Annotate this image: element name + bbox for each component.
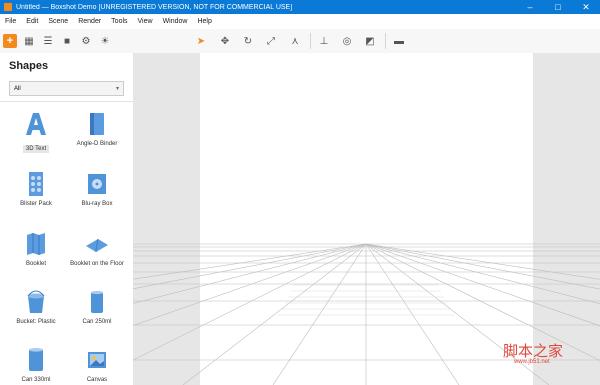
camera-icon[interactable]: ■ <box>60 34 74 48</box>
move-icon[interactable]: ✥ <box>218 34 232 48</box>
menu-bar: File Edit Scene Render Tools View Window… <box>0 14 600 29</box>
watermark-url: www.jb51.net <box>514 359 550 365</box>
shape-label: Bucket: Plastic <box>16 319 56 325</box>
shape-item-canvas[interactable]: Canvas <box>67 347 127 383</box>
booklet-floor-icon <box>85 231 109 257</box>
blister-pack-icon <box>24 171 48 197</box>
shape-label: 3D Text <box>22 145 50 153</box>
minimize-button[interactable]: – <box>516 0 544 14</box>
viewport-canvas <box>133 53 600 385</box>
floor-align-icon[interactable]: ⊥ <box>317 34 331 48</box>
shape-item-can-250[interactable]: Can 250ml <box>67 289 127 325</box>
binder-icon <box>85 111 109 137</box>
shape-label: Blu-ray Box <box>81 201 113 207</box>
filter-value: All <box>14 85 21 92</box>
scale-icon[interactable]: ⤢ <box>264 34 278 48</box>
shape-item-3d-text[interactable]: 3D Text <box>6 111 66 155</box>
menu-file[interactable]: File <box>0 18 21 25</box>
shape-item-bucket-plastic[interactable]: Bucket: Plastic <box>6 289 66 325</box>
app-icon <box>4 3 12 11</box>
bucket-icon <box>24 289 48 315</box>
shape-item-blister-pack[interactable]: Blister Pack <box>6 171 66 207</box>
clapper-icon[interactable]: ▬ <box>392 34 406 48</box>
menu-scene[interactable]: Scene <box>43 18 73 25</box>
can-250-icon <box>85 289 109 315</box>
shape-item-angle-d-binder[interactable]: Angle-D Binder <box>67 111 127 147</box>
shape-item-can-330[interactable]: Can 330ml <box>6 347 66 383</box>
gear-icon[interactable]: ⚙ <box>79 34 93 48</box>
toolbar-separator <box>310 33 311 49</box>
title-bar: Untitled — Boxshot Demo [UNREGISTERED VE… <box>0 0 600 14</box>
menu-render[interactable]: Render <box>73 18 106 25</box>
add-shape-icon[interactable]: + <box>3 34 17 48</box>
shapes-panel: Shapes All ▾ 3D Text Angle-D Binder Blis… <box>0 53 134 385</box>
focus-icon[interactable]: ◎ <box>340 34 354 48</box>
shape-filter-dropdown[interactable]: All ▾ <box>9 81 124 96</box>
material-icon[interactable]: ◩ <box>363 34 377 48</box>
menu-window[interactable]: Window <box>158 18 193 25</box>
window-title: Untitled — Boxshot Demo [UNREGISTERED VE… <box>16 3 293 11</box>
shape-label: Can 250ml <box>82 319 112 325</box>
shape-label: Angle-D Binder <box>76 141 118 147</box>
toolbar-separator <box>385 33 386 49</box>
watermark-text: 脚本之家 <box>503 342 564 360</box>
3d-text-icon <box>24 111 48 137</box>
shape-label: Blister Pack <box>20 201 52 207</box>
bluray-box-icon <box>85 171 109 197</box>
shape-item-booklet[interactable]: Booklet <box>6 231 66 267</box>
panel-title: Shapes <box>9 60 49 72</box>
menu-help[interactable]: Help <box>192 18 216 25</box>
toolbar: + ▦ ☰ ■ ⚙ ☀ ➤ ✥ ↻ ⤢ ⋏ ⊥ ◎ ◩ ▬ <box>0 29 600 54</box>
close-button[interactable]: ✕ <box>572 0 600 14</box>
shape-label: Booklet <box>25 261 46 267</box>
can-330-icon <box>24 347 48 373</box>
menu-tools[interactable]: Tools <box>106 18 132 25</box>
shape-label: Booklet on the Floor <box>70 261 124 267</box>
pivot-icon[interactable]: ⋏ <box>288 34 302 48</box>
menu-view[interactable]: View <box>133 18 158 25</box>
menu-edit[interactable]: Edit <box>21 18 43 25</box>
shape-item-bluray-box[interactable]: Blu-ray Box <box>67 171 127 207</box>
shape-label: Can 330ml <box>21 377 51 383</box>
rotate-icon[interactable]: ↻ <box>241 34 255 48</box>
maximize-button[interactable]: □ <box>544 0 572 14</box>
shape-label: Canvas <box>86 377 108 383</box>
scene-viewport[interactable] <box>133 53 600 385</box>
shape-item-booklet-floor[interactable]: Booklet on the Floor <box>67 231 127 267</box>
chevron-down-icon: ▾ <box>115 86 119 92</box>
grid-icon[interactable]: ▦ <box>22 34 36 48</box>
select-arrow-icon[interactable]: ➤ <box>194 34 208 48</box>
booklet-icon <box>24 231 48 257</box>
panel-divider <box>0 101 133 102</box>
light-icon[interactable]: ☀ <box>98 34 112 48</box>
list-icon[interactable]: ☰ <box>41 34 55 48</box>
canvas-icon <box>85 347 109 373</box>
